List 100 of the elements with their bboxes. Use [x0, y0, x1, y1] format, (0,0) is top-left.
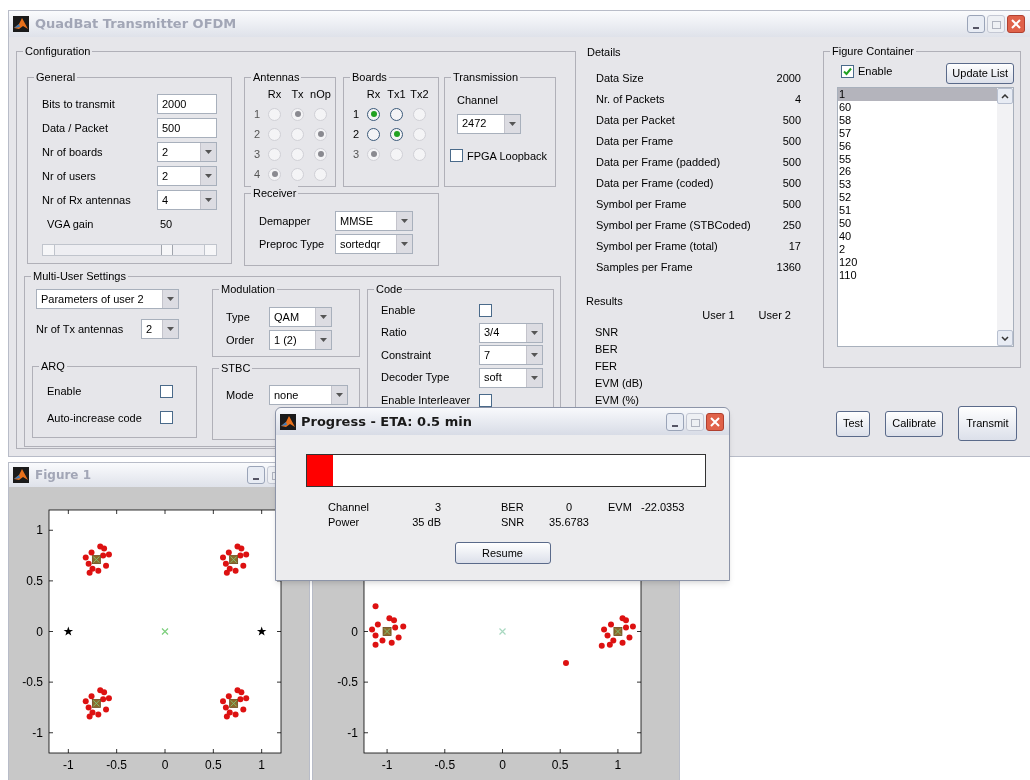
dropdown[interactable]: 2472	[457, 113, 521, 134]
action-button[interactable]: Test	[836, 410, 871, 437]
dropdown[interactable]: 4	[157, 190, 217, 210]
list-item[interactable]: 110	[838, 268, 997, 282]
dropdown[interactable]: 1 (2)	[269, 330, 332, 350]
list-item[interactable]: 51	[838, 204, 997, 218]
field-label: 2	[352, 126, 360, 142]
dropdown[interactable]: Parameters of user 2	[36, 289, 179, 309]
scroll-down-button[interactable]	[997, 330, 1013, 346]
group-title: Code	[374, 282, 405, 296]
detail-label: Data per Frame (padded)	[596, 154, 721, 170]
list-item[interactable]: 58	[838, 113, 997, 127]
chevron-up-icon	[1001, 93, 1009, 99]
tick-label: 0.5	[26, 573, 43, 588]
minimize-button[interactable]	[247, 466, 265, 484]
group-title: Antennas	[251, 70, 302, 84]
data-point	[372, 603, 379, 610]
list-item[interactable]: 120	[838, 255, 997, 269]
tick-label: 0.5	[551, 758, 569, 772]
dropdown[interactable]: soft	[479, 367, 543, 388]
radio-button[interactable]	[367, 127, 380, 141]
dropdown[interactable]: sortedqr	[335, 234, 413, 254]
field-label: Nr of Rx antennas	[42, 192, 131, 208]
checkbox[interactable]	[479, 303, 492, 317]
close-button[interactable]	[1007, 15, 1025, 33]
field-label: Nr of users	[42, 168, 96, 184]
field-label: Constraint	[381, 347, 433, 363]
list-item[interactable]: 53	[838, 178, 997, 192]
field-label: 1	[253, 106, 261, 122]
list-item[interactable]: 52	[838, 191, 997, 205]
update-list-button[interactable]: Update List	[946, 62, 1014, 84]
caret-icon	[336, 393, 343, 397]
detail-label: Symbol per Frame (total)	[596, 238, 718, 254]
detail-label: Data per Frame (coded)	[596, 175, 714, 191]
dropdown[interactable]: QAM	[269, 307, 332, 327]
text-field[interactable]: 2000	[157, 94, 217, 114]
dropdown[interactable]: none	[269, 385, 348, 405]
group-title: General	[34, 70, 78, 84]
field-label: Preproc Type	[259, 236, 326, 252]
field-label: VGA gain	[46, 216, 94, 232]
caret-icon	[401, 242, 408, 246]
detail-label: Symbol per Frame (STBCoded)	[596, 217, 751, 233]
window-title: Progress - ETA: 0.5 min	[301, 412, 473, 431]
caret-icon	[401, 219, 408, 223]
star-marker	[256, 626, 267, 636]
list-item[interactable]: 57	[838, 126, 997, 140]
close-button[interactable]	[706, 412, 724, 431]
detail-value: 500	[782, 175, 801, 191]
field-label: Tx1	[387, 86, 406, 102]
tick-label: 0.5	[205, 758, 222, 772]
list-item[interactable]: 2	[838, 242, 997, 256]
checkbox[interactable]	[160, 384, 173, 398]
action-button[interactable]: Calibrate	[885, 410, 944, 437]
list-item[interactable]: 40	[838, 229, 997, 243]
detail-value: 2000	[776, 70, 801, 86]
checkbox[interactable]	[841, 64, 854, 78]
minimize-button[interactable]	[666, 412, 684, 431]
dropdown[interactable]: 2	[157, 166, 217, 186]
text-field[interactable]: 500	[157, 118, 217, 138]
checkbox[interactable]	[450, 149, 463, 163]
checkbox[interactable]	[479, 393, 492, 407]
slider-thumb[interactable]	[160, 245, 173, 255]
checkbox[interactable]	[160, 411, 173, 425]
list-item[interactable]: 1	[838, 88, 997, 101]
list-item[interactable]: 55	[838, 152, 997, 166]
field-label: Bits to transmit	[42, 96, 115, 112]
cross-marker	[161, 627, 169, 636]
result-label: FER	[595, 358, 618, 374]
list-item[interactable]: 56	[838, 139, 997, 153]
group-title: STBC	[219, 361, 253, 375]
logo-icon	[280, 413, 296, 430]
detail-value: 1360	[776, 259, 801, 275]
dropdown[interactable]: 2	[141, 319, 179, 339]
list-item[interactable]: 50	[838, 217, 997, 230]
scroll-up-button[interactable]	[997, 88, 1013, 104]
list-item[interactable]: 26	[838, 165, 997, 179]
scrollbar[interactable]	[997, 88, 1013, 346]
radio-button[interactable]	[367, 107, 380, 121]
list-item[interactable]: 60	[838, 100, 997, 114]
dropdown[interactable]: 3/4	[479, 322, 543, 343]
caret-icon	[205, 150, 212, 154]
dropdown[interactable]: MMSE	[335, 211, 413, 231]
field-label: FPGA Loopback	[467, 148, 548, 164]
resume-button[interactable]: Resume	[454, 542, 551, 564]
dropdown[interactable]: 7	[479, 345, 543, 365]
detail-label: Data per Frame	[596, 133, 674, 149]
minimize-button[interactable]	[967, 15, 985, 33]
action-button[interactable]: Transmit	[958, 406, 1017, 441]
radio-button[interactable]	[390, 127, 403, 141]
field-label: Enable	[381, 302, 417, 318]
tick-label: -1	[347, 725, 358, 740]
caret-icon	[205, 174, 212, 178]
group-title: Configuration	[23, 44, 93, 58]
tick-label: -0.5	[106, 758, 127, 772]
radio-button[interactable]	[390, 107, 403, 121]
slider[interactable]	[42, 244, 217, 256]
reference-marker	[229, 699, 239, 708]
stat-value: 0	[564, 500, 574, 514]
reference-marker	[613, 627, 623, 636]
dropdown[interactable]: 2	[157, 142, 217, 162]
